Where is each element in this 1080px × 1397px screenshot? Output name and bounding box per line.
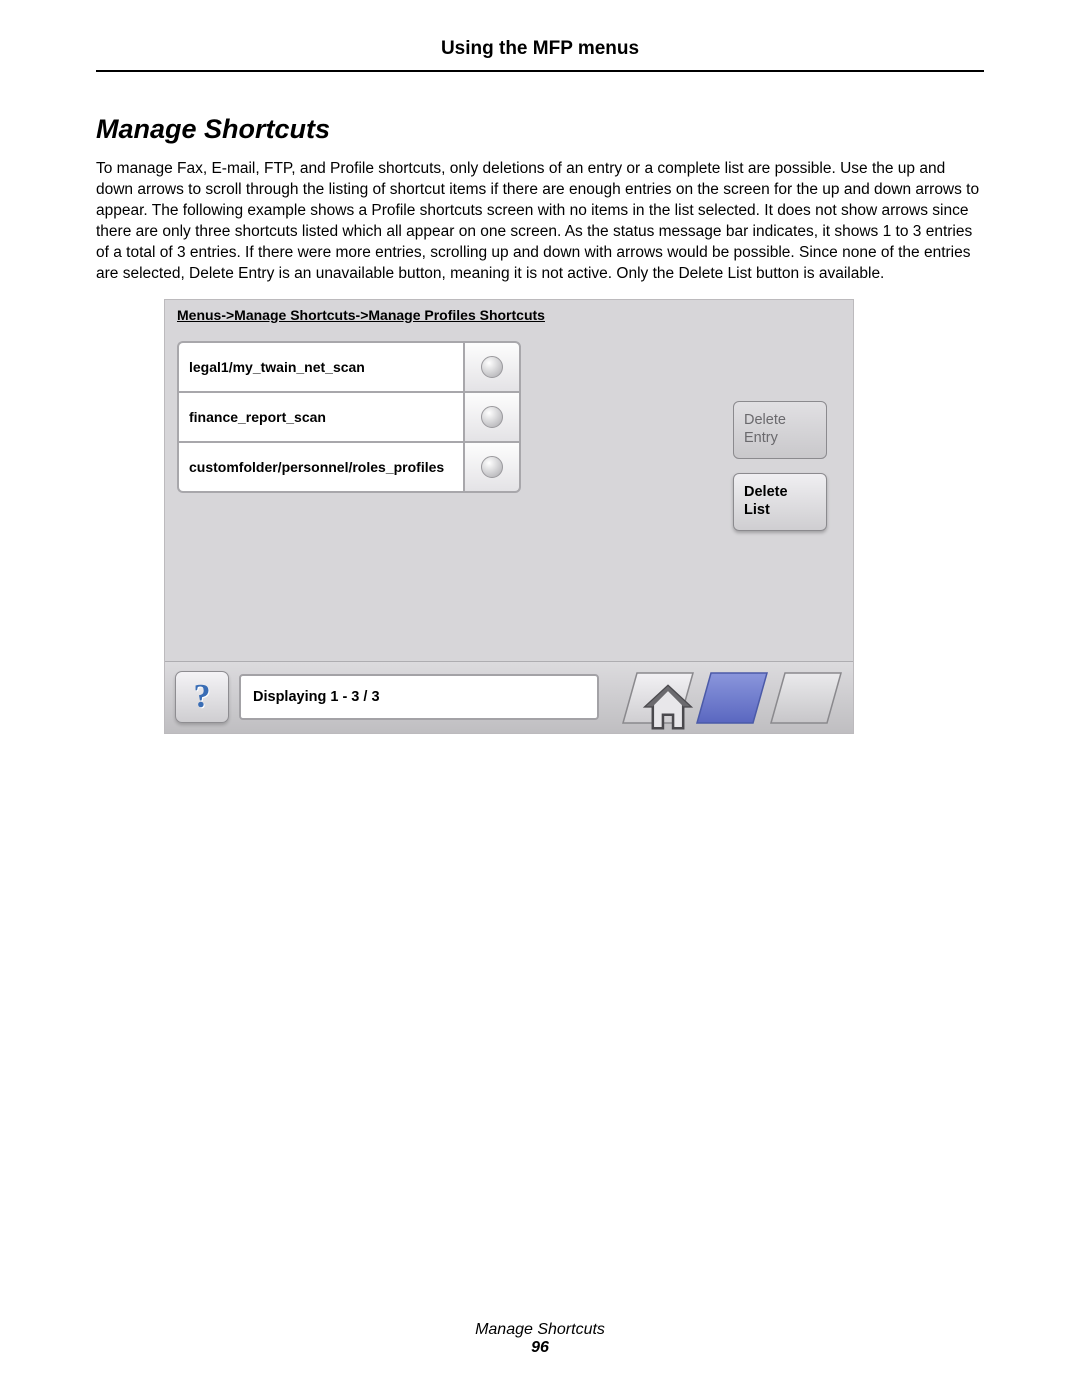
status-message: Displaying 1 - 3 / 3 <box>239 674 599 720</box>
nav-tabs <box>621 669 843 725</box>
list-item-radio[interactable] <box>463 341 521 393</box>
nav-tab[interactable] <box>769 671 843 725</box>
home-tab[interactable] <box>621 671 695 725</box>
page-footer: Manage Shortcuts 96 <box>0 1321 1080 1357</box>
list-item[interactable]: finance_report_scan <box>177 391 670 441</box>
nav-tab-active[interactable] <box>695 671 769 725</box>
footer-page-number: 96 <box>0 1339 1080 1357</box>
list-item-label: customfolder/personnel/roles_profiles <box>177 441 465 493</box>
list-item-label: legal1/my_twain_net_scan <box>177 341 465 393</box>
list-item[interactable]: customfolder/personnel/roles_profiles <box>177 441 670 491</box>
breadcrumb: Menus->Manage Shortcuts->Manage Profiles… <box>165 300 853 331</box>
main-area: legal1/my_twain_net_scan finance_report_… <box>165 331 853 661</box>
list-item-radio[interactable] <box>463 391 521 443</box>
shortcut-list: legal1/my_twain_net_scan finance_report_… <box>165 331 670 661</box>
home-icon <box>631 681 705 735</box>
radio-icon <box>481 356 503 378</box>
radio-icon <box>481 456 503 478</box>
delete-list-button[interactable]: Delete List <box>733 473 827 531</box>
section-body: To manage Fax, E-mail, FTP, and Profile … <box>96 159 984 285</box>
help-button[interactable]: ? <box>175 671 229 723</box>
delete-entry-button: Delete Entry <box>733 401 827 459</box>
section-heading: Manage Shortcuts <box>96 114 984 145</box>
help-icon: ? <box>194 678 211 716</box>
list-item-radio[interactable] <box>463 441 521 493</box>
device-screen: Menus->Manage Shortcuts->Manage Profiles… <box>164 299 854 734</box>
chapter-title: Using the MFP menus <box>96 38 984 70</box>
list-item[interactable]: legal1/my_twain_net_scan <box>177 341 670 391</box>
header-rule <box>96 70 984 72</box>
radio-icon <box>481 406 503 428</box>
bottom-bar: ? Displaying 1 - 3 / 3 <box>165 661 853 733</box>
list-item-label: finance_report_scan <box>177 391 465 443</box>
action-column: Delete Entry Delete List <box>733 331 853 661</box>
footer-section-name: Manage Shortcuts <box>0 1321 1080 1339</box>
